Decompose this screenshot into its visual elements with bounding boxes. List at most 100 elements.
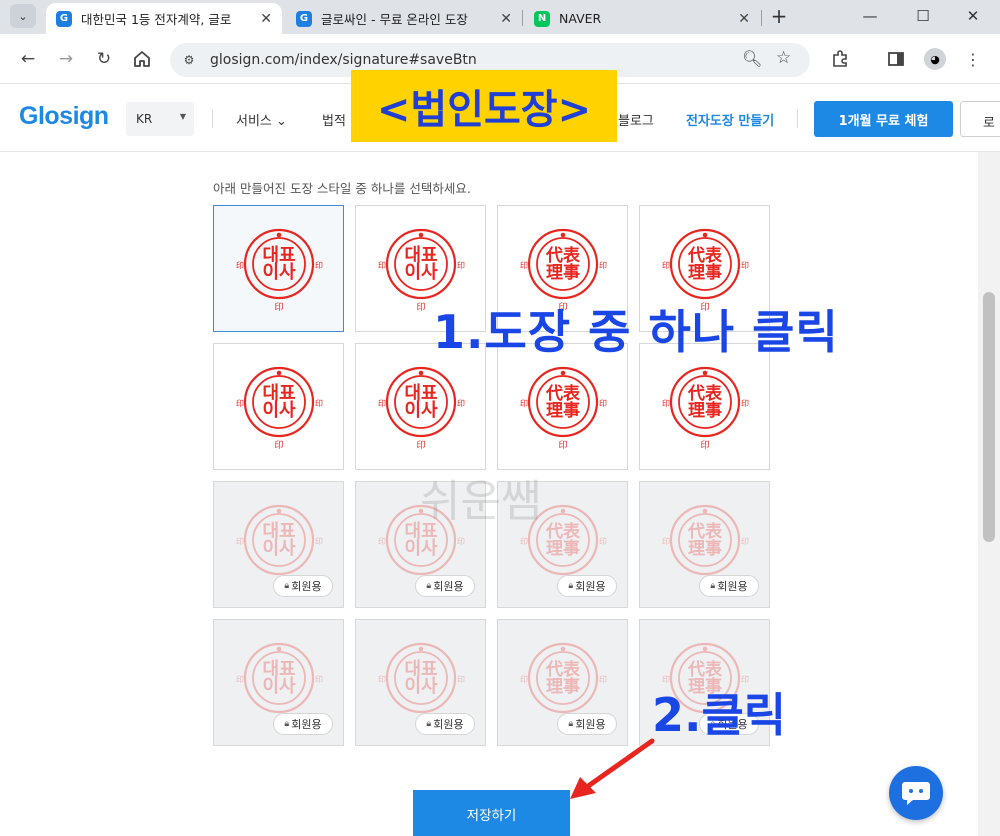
stamp-side-char: 印 [662,399,670,408]
tab-separator [761,10,762,26]
stamp-option-12[interactable]: 代表理事印印印🔒︎회원용 [639,481,770,608]
arrow-left-icon: ← [20,49,36,69]
side-panel-button[interactable] [884,47,908,71]
stamp-bottom-char: 印 [274,439,283,450]
tab-glosign-home[interactable]: G 대한민국 1등 전자계약, 글로 ✕ [46,3,282,34]
stamp-seal: 代表理事印印印 [520,366,607,450]
tab-naver[interactable]: N NAVER ✕ [524,3,760,34]
home-button[interactable] [130,47,154,71]
tab-list-button[interactable]: ⌄ [10,4,36,28]
save-button[interactable]: 저장하기 [413,790,570,836]
stamp-seal: 代表理事印印印 [662,366,749,450]
close-icon[interactable]: ✕ [738,11,750,27]
stamp-side-char: 印 [378,675,386,684]
reload-button[interactable]: ↻ [92,47,116,71]
member-badge-label: 회원용 [291,718,322,731]
page-scrollbar[interactable] [978,152,1000,836]
stamp-side-char: 印 [236,399,244,408]
new-tab-button[interactable]: + [767,4,791,28]
stamp-text: 이사 [404,400,438,421]
stamp-side-char: 印 [599,537,607,546]
zoom-icon[interactable]: 🔍︎ [742,49,762,68]
stamp-bottom-char: 印 [416,301,425,312]
instruction-text: 아래 만들어진 도장 스타일 중 하나를 선택하세요. [213,181,471,196]
lock-icon: 🔒︎ [568,581,574,591]
tab-title: 대한민국 1등 전자계약, 글로 [81,12,232,27]
stamp-text: 理事 [688,401,722,421]
extensions-button[interactable] [828,47,852,71]
stamp-side-char: 印 [457,261,465,270]
stamp-side-char: 印 [378,537,386,546]
browser-menu-button[interactable]: ⋮ [961,47,985,71]
stamp-option-13[interactable]: 대표이사印印印🔒︎회원용 [213,619,344,746]
close-icon[interactable]: ✕ [500,11,512,27]
watermark-text: 쉬운쌤 [420,476,542,527]
nav-services[interactable]: 서비스 ⌄ [236,110,287,129]
member-only-badge: 🔒︎ 회원용 [273,713,333,735]
language-select[interactable]: KR ▼ [126,102,194,136]
nav-make-stamp[interactable]: 전자도장 만들기 [686,110,774,129]
scroll-thumb[interactable] [983,292,995,542]
member-badge-label: 회원용 [433,580,464,593]
nav-legal[interactable]: 법적 [322,110,346,129]
member-badge-label: 회원용 [717,580,748,593]
stamp-text: 이사 [262,262,296,283]
stamp-text: 理事 [688,263,722,283]
star-icon[interactable]: ☆ [776,48,791,68]
stamp-option-1[interactable]: 대표 이사 印印印 [213,205,344,332]
free-trial-button[interactable]: 1개월 무료 체험 [814,101,953,137]
browser-tab-bar: ⌄ G 대한민국 1등 전자계약, 글로 ✕ G 글로싸인 - 무료 온라인 도… [0,0,1000,34]
stamp-side-char: 印 [662,537,670,546]
member-only-badge: 🔒︎ 회원용 [415,713,475,735]
stamp-option-8[interactable]: 代表 理事印印印 [639,343,770,470]
side-panel-icon [888,52,904,66]
stamp-text: 이사 [262,400,296,421]
header-divider [797,110,798,128]
lock-icon: 🔒︎ [568,719,574,729]
member-only-badge: 🔒︎ 회원용 [557,575,617,597]
minimize-button[interactable]: — [855,4,885,28]
stamp-option-5[interactable]: 대표 이사 印印印 [213,343,344,470]
naver-favicon-icon: N [534,10,550,27]
login-button[interactable]: 로 [960,101,1000,137]
annotation-step-1: 1.도장 중 하나 클릭 [433,305,839,359]
stamp-text: 理事 [546,539,580,559]
stamp-option-14[interactable]: 대표이사印印印🔒︎회원용 [355,619,486,746]
stamp-option-15[interactable]: 代表理事印印印🔒︎회원용 [497,619,628,746]
stamp-bottom-char: 印 [274,301,283,312]
tab-glosign-stamp[interactable]: G 글로싸인 - 무료 온라인 도장 ✕ [286,3,522,34]
tune-icon[interactable]: ⚙ [180,51,198,69]
nav-blog[interactable]: 블로그 [618,110,654,129]
url-text[interactable]: glosign.com/index/signature#saveBtn [210,52,477,68]
stamp-text: 理事 [546,677,580,697]
tab-separator [522,10,523,26]
glosign-logo[interactable]: Glosign [19,102,109,131]
member-only-badge: 🔒︎ 회원용 [557,713,617,735]
maximize-button[interactable]: ☐ [908,4,938,28]
puzzle-icon [833,50,847,67]
window-close-button[interactable]: ✕ [958,4,988,28]
chat-button[interactable] [889,766,943,820]
close-icon[interactable]: ✕ [260,11,272,27]
stamp-option-7[interactable]: 代表 理事印印印 [497,343,628,470]
stamp-seal: 대표이사印印印 [236,366,323,450]
stamp-bottom-char: 印 [700,439,709,450]
profile-avatar[interactable]: ◕ [924,48,946,70]
member-badge-label: 회원용 [433,718,464,731]
stamp-side-char: 印 [236,261,244,270]
back-button[interactable]: ← [16,47,40,71]
stamp-side-char: 印 [457,399,465,408]
member-only-badge: 🔒︎ 회원용 [699,575,759,597]
tab-title: NAVER [559,11,602,26]
language-value: KR [136,112,153,126]
stamp-option-6[interactable]: 대표 이사 印印印 [355,343,486,470]
forward-button[interactable]: → [54,47,78,71]
stamp-text: 이사 [404,538,438,559]
stamp-option-9[interactable]: 대표이사印印印🔒︎회원용 [213,481,344,608]
annotation-step-2: 2.클릭 [652,688,787,742]
lock-icon: 🔒︎ [710,581,716,591]
stamp-side-char: 印 [236,675,244,684]
stamp-text: 理事 [688,539,722,559]
stamp-side-char: 印 [741,537,749,546]
member-only-badge: 🔒︎ 회원용 [415,575,475,597]
